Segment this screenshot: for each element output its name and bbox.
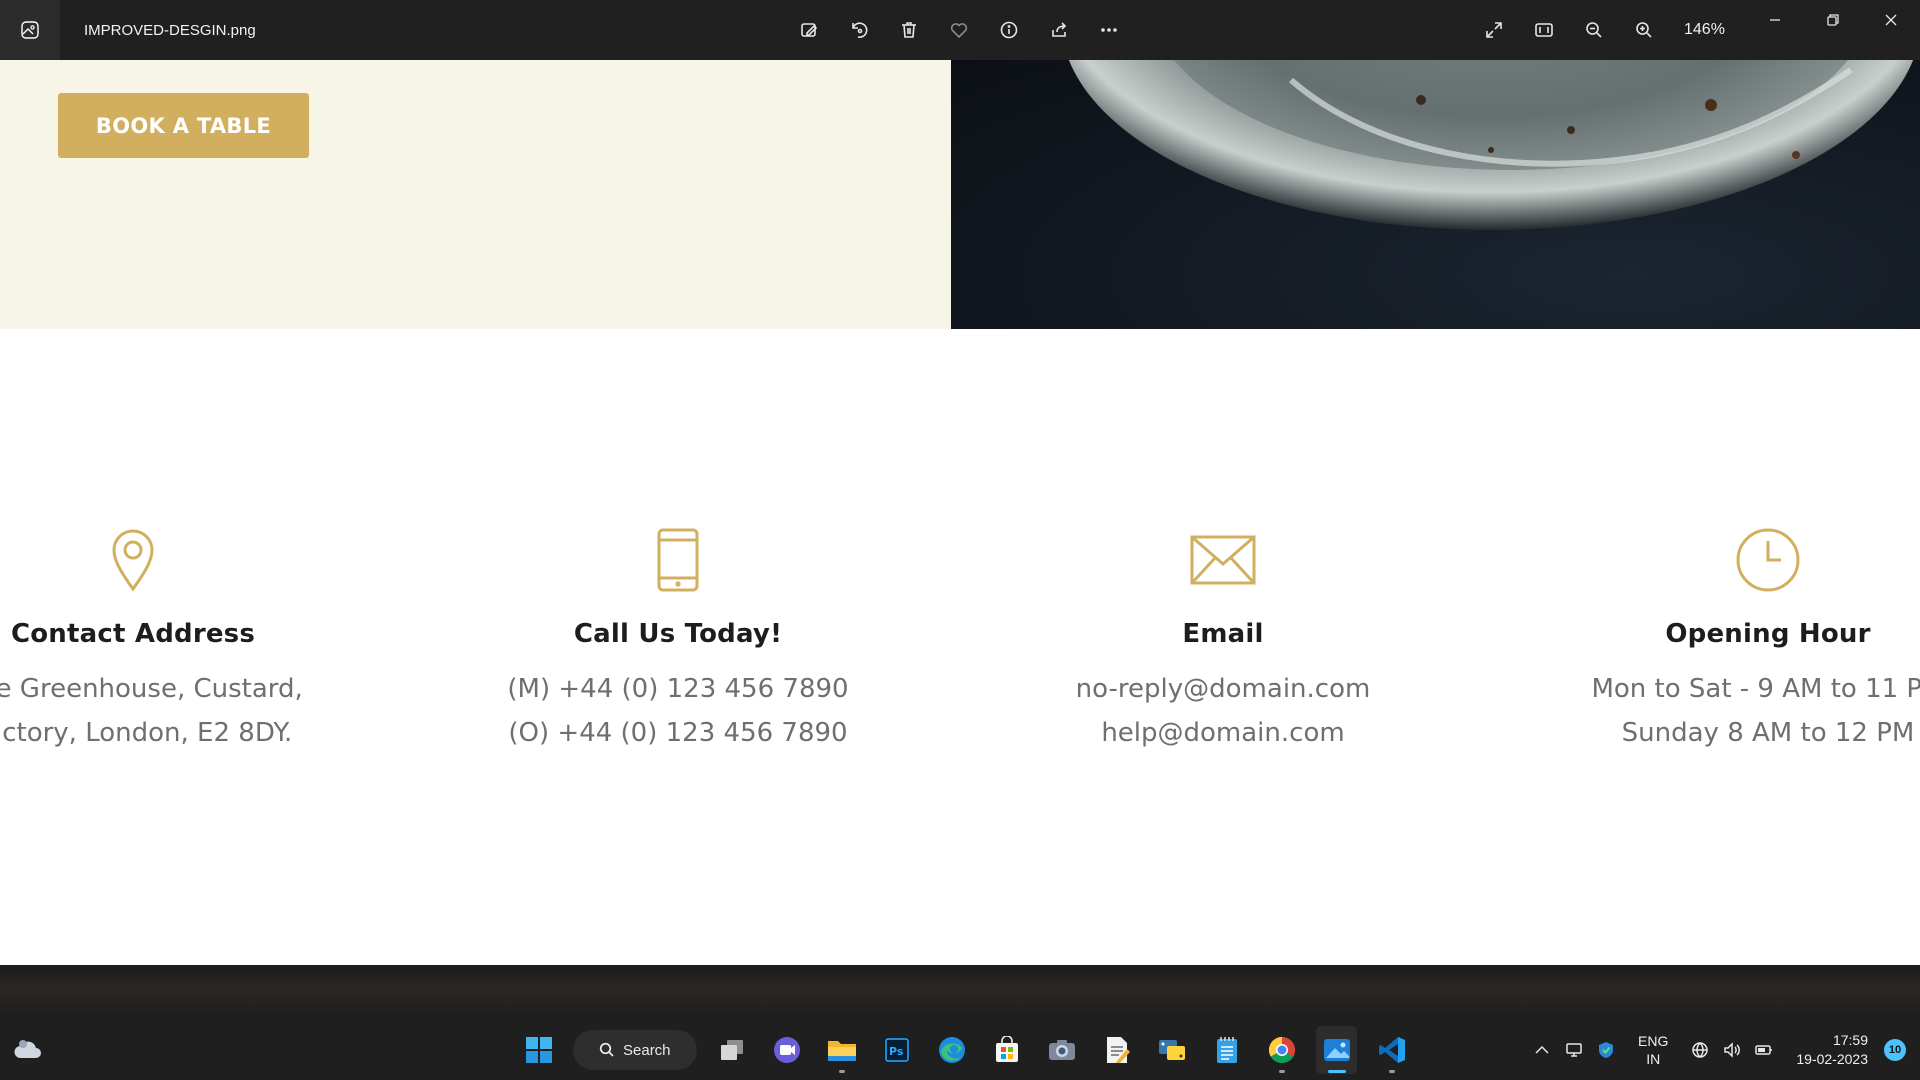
chrome-icon[interactable]	[1261, 1026, 1302, 1074]
photoshop-icon[interactable]: Ps	[876, 1026, 917, 1074]
image-toolbar	[795, 0, 1123, 60]
footer-image-strip	[0, 965, 1920, 1020]
share-icon[interactable]	[1045, 16, 1073, 44]
language-indicator[interactable]: ENG IN	[1638, 1032, 1668, 1068]
edit-image-icon[interactable]	[795, 16, 823, 44]
envelope-icon	[1023, 525, 1423, 595]
camera-icon[interactable]	[1041, 1026, 1082, 1074]
vscode-icon[interactable]	[1371, 1026, 1412, 1074]
document-editor-icon[interactable]	[1096, 1026, 1137, 1074]
running-indicator	[838, 1070, 845, 1073]
info-icon[interactable]	[995, 16, 1023, 44]
start-windows-icon[interactable]	[518, 1026, 559, 1074]
contact-address-line-2: Factory, London, E2 8DY.	[0, 718, 293, 748]
taskbar-apps: Search Ps	[518, 1020, 1412, 1080]
chevron-up-icon[interactable]	[1528, 1036, 1556, 1064]
location-pin-icon	[0, 525, 333, 595]
delete-icon[interactable]	[895, 16, 923, 44]
running-indicator	[1388, 1070, 1395, 1073]
email-title: Email	[1182, 619, 1264, 649]
taskbar: Search Ps ENG IN 17:59 19-02-2023 10	[0, 1020, 1920, 1080]
fit-window-icon[interactable]	[1530, 16, 1558, 44]
hero-food-image	[951, 60, 1920, 329]
fullscreen-icon[interactable]	[1480, 16, 1508, 44]
weather-cloud-icon[interactable]	[12, 1036, 44, 1064]
display-network-icon[interactable]	[1560, 1036, 1588, 1064]
email-no-reply: no-reply@domain.com	[1075, 674, 1371, 704]
plate-image	[1068, 60, 1914, 230]
contact-address-block: Contact Address The Greenhouse, Custard,…	[0, 525, 333, 755]
title-bar: IMPROVED-DESGIN.png 146%	[0, 0, 1920, 60]
book-table-button[interactable]: BOOK A TABLE	[58, 93, 309, 158]
battery-icon[interactable]	[1750, 1036, 1778, 1064]
email-help: help@domain.com	[1101, 718, 1345, 748]
active-indicator	[1327, 1070, 1346, 1073]
opening-hours-title: Opening Hour	[1665, 619, 1871, 649]
phone-mobile: (M) +44 (0) 123 456 7890	[507, 674, 849, 704]
running-indicator	[1278, 1070, 1285, 1073]
contact-address-title: Contact Address	[10, 619, 256, 649]
search-icon	[599, 1042, 614, 1057]
zoom-out-icon[interactable]	[1580, 16, 1608, 44]
photos-app-icon	[0, 0, 60, 60]
clock-date: 19-02-2023	[1796, 1051, 1868, 1067]
edge-icon[interactable]	[931, 1026, 972, 1074]
security-shield-icon[interactable]	[1592, 1036, 1620, 1064]
favorite-icon[interactable]	[945, 16, 973, 44]
more-icon[interactable]	[1095, 16, 1123, 44]
clock-icon	[1568, 525, 1920, 595]
system-tray: ENG IN 17:59 19-02-2023 10	[1528, 1020, 1920, 1080]
search-label: Search	[623, 1041, 671, 1059]
teams-icon[interactable]	[766, 1026, 807, 1074]
file-name: IMPROVED-DESGIN.png	[84, 21, 256, 39]
python-icon[interactable]	[1151, 1026, 1192, 1074]
taskbar-search[interactable]: Search	[573, 1030, 697, 1070]
opening-hours-block: Opening Hour Mon to Sat - 9 AM to 11 PM …	[1568, 525, 1920, 755]
language-code: ENG	[1638, 1033, 1669, 1049]
hours-weekday: Mon to Sat - 9 AM to 11 PM	[1591, 674, 1920, 704]
svg-text:Ps: Ps	[889, 1045, 904, 1058]
window-controls	[1746, 0, 1920, 60]
phone-icon	[478, 525, 878, 595]
view-toolbar: 146%	[1480, 0, 1725, 60]
photos-app-taskbar-icon[interactable]	[1316, 1026, 1357, 1074]
call-title: Call Us Today!	[573, 619, 783, 649]
contact-address-line-1: The Greenhouse, Custard,	[0, 674, 303, 704]
clock-time: 17:59	[1832, 1032, 1868, 1048]
minimize-icon[interactable]	[1746, 0, 1804, 40]
task-view-icon[interactable]	[711, 1026, 752, 1074]
image-canvas: BOOK A TABLE Contact Address e Greenhous…	[0, 60, 1920, 1020]
close-icon[interactable]	[1862, 0, 1920, 40]
hours-sunday: Sunday 8 AM to 12 PM	[1621, 718, 1915, 748]
phone-office: (O) +44 (0) 123 456 7890	[508, 718, 848, 748]
call-block: Call Us Today! (M) +44 (0) 123 456 7890 …	[478, 525, 878, 755]
restore-icon[interactable]	[1804, 0, 1862, 40]
notepad-icon[interactable]	[1206, 1026, 1247, 1074]
volume-icon[interactable]	[1718, 1036, 1746, 1064]
microsoft-store-icon[interactable]	[986, 1026, 1027, 1074]
file-explorer-icon[interactable]	[821, 1026, 862, 1074]
rotate-icon[interactable]	[845, 16, 873, 44]
clock[interactable]: 17:59 19-02-2023	[1796, 1031, 1868, 1069]
notification-badge[interactable]: 10	[1884, 1039, 1906, 1061]
region-code: IN	[1646, 1051, 1661, 1067]
zoom-level[interactable]: 146%	[1684, 21, 1725, 39]
zoom-in-icon[interactable]	[1630, 16, 1658, 44]
network-globe-icon[interactable]	[1686, 1036, 1714, 1064]
hero-panel: BOOK A TABLE	[0, 60, 951, 329]
email-block: Email no-reply@domain.com help@domain.co…	[1023, 525, 1423, 755]
